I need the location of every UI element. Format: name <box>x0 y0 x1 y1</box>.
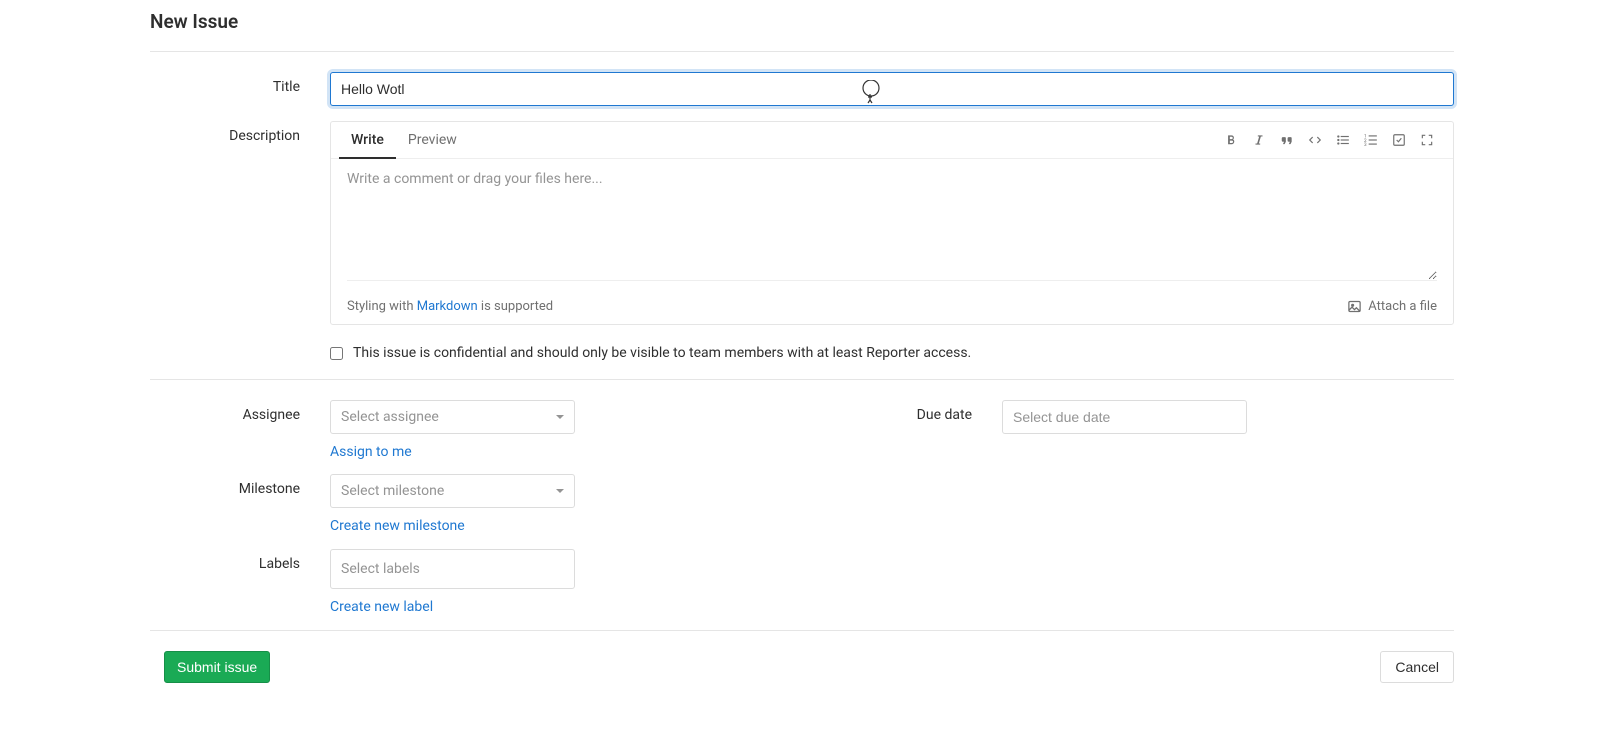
create-milestone-link[interactable]: Create new milestone <box>330 518 465 534</box>
chevron-down-icon <box>556 489 564 493</box>
due-date-label: Due date <box>852 400 1002 460</box>
bold-icon[interactable] <box>1223 132 1239 148</box>
assignee-label: Assignee <box>150 400 330 460</box>
tasklist-icon[interactable] <box>1391 132 1407 148</box>
confidential-checkbox[interactable] <box>330 347 343 360</box>
create-label-link[interactable]: Create new label <box>330 599 433 615</box>
markdown-toolbar: 123 <box>1223 132 1435 148</box>
header-divider <box>150 51 1454 52</box>
cancel-button[interactable]: Cancel <box>1380 651 1454 683</box>
due-date-input[interactable] <box>1002 400 1247 434</box>
assign-to-me-link[interactable]: Assign to me <box>330 444 412 460</box>
image-icon <box>1347 299 1362 314</box>
quote-icon[interactable] <box>1279 132 1295 148</box>
markdown-header: Write Preview 123 <box>331 122 1453 159</box>
milestone-label: Milestone <box>150 474 330 497</box>
title-label: Title <box>150 72 330 95</box>
tab-preview[interactable]: Preview <box>396 122 469 159</box>
assignee-placeholder: Select assignee <box>341 409 439 425</box>
page-title: New Issue <box>150 10 1454 33</box>
labels-row: Labels Select labels Create new label <box>150 549 1454 615</box>
attach-file-label: Attach a file <box>1368 299 1437 314</box>
svg-text:3: 3 <box>1364 142 1367 147</box>
title-row: Title <box>150 72 1454 106</box>
attach-file[interactable]: Attach a file <box>1347 299 1437 314</box>
description-textarea[interactable] <box>347 171 1437 281</box>
markdown-footer: Styling with Markdown is supported Attac… <box>331 293 1453 324</box>
code-icon[interactable] <box>1307 132 1323 148</box>
section-divider <box>150 379 1454 380</box>
labels-label: Labels <box>150 549 330 572</box>
description-row: Description Write Preview 123 <box>150 121 1454 325</box>
milestone-select[interactable]: Select milestone <box>330 474 575 508</box>
assignee-due-row: Assignee Select assignee Assign to me Du… <box>150 400 1454 460</box>
tab-write[interactable]: Write <box>339 122 396 159</box>
italic-icon[interactable] <box>1251 132 1267 148</box>
labels-select[interactable]: Select labels <box>330 549 575 589</box>
fullscreen-icon[interactable] <box>1419 132 1435 148</box>
assignee-select[interactable]: Select assignee <box>330 400 575 434</box>
footer-divider <box>150 630 1454 631</box>
milestone-placeholder: Select milestone <box>341 483 444 499</box>
description-label: Description <box>150 121 330 144</box>
markdown-hint-suffix: is supported <box>478 299 553 314</box>
markdown-hint-prefix: Styling with <box>347 299 417 314</box>
markdown-hint: Styling with Markdown is supported <box>347 299 553 314</box>
confidential-row: This issue is confidential and should on… <box>330 345 1454 361</box>
confidential-label: This issue is confidential and should on… <box>353 345 971 361</box>
chevron-down-icon <box>556 415 564 419</box>
submit-button[interactable]: Submit issue <box>164 651 270 683</box>
milestone-row: Milestone Select milestone Create new mi… <box>150 474 1454 534</box>
bulleted-list-icon[interactable] <box>1335 132 1351 148</box>
markdown-link[interactable]: Markdown <box>417 299 478 314</box>
title-input[interactable] <box>330 72 1454 106</box>
labels-placeholder: Select labels <box>341 561 420 577</box>
markdown-tabs: Write Preview <box>339 122 469 158</box>
numbered-list-icon[interactable]: 123 <box>1363 132 1379 148</box>
markdown-area: Write Preview 123 Styling with Markd <box>330 121 1454 325</box>
form-actions: Submit issue Cancel <box>150 651 1454 683</box>
